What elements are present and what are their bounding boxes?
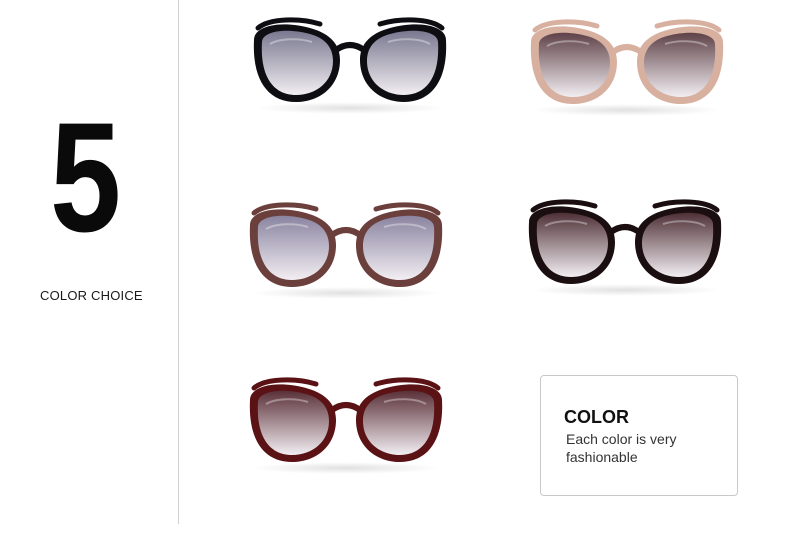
sunglasses-icon (253, 17, 447, 114)
feature-number: 5 (50, 91, 121, 265)
feature-panel: 5 COLOR CHOICE (0, 0, 178, 558)
sunglasses-icon (528, 199, 722, 296)
vertical-divider (178, 0, 179, 524)
sunglasses-champagne (517, 12, 737, 122)
sunglasses-black-tortoise (515, 192, 735, 302)
sunglasses-icon (249, 202, 443, 299)
sunglasses-icon (530, 19, 724, 116)
sunglasses-icon (249, 377, 443, 474)
sunglasses-mocha (236, 195, 456, 305)
card-title: COLOR (564, 407, 629, 427)
card-description: Each color is very fashionable (566, 431, 677, 465)
color-info-card: COLOR Each color is very fashionable (540, 375, 738, 496)
sunglasses-wine-red (236, 370, 456, 480)
section-label: COLOR CHOICE (40, 288, 143, 303)
sunglasses-black (240, 10, 460, 120)
